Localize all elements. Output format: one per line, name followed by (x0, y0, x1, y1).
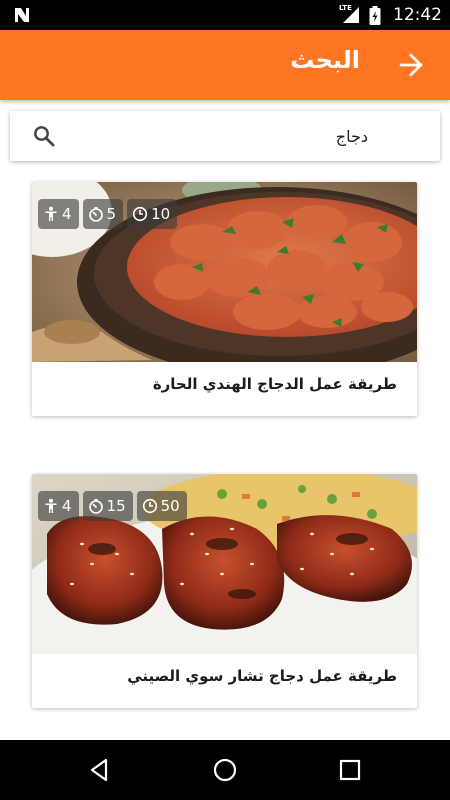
servings-badge: 4 (38, 199, 79, 229)
cook-time-badge: 50 (136, 491, 187, 521)
recipe-card[interactable]: 4 5 10 طريقة عمل الدجاج الهندي الحارة (32, 182, 417, 416)
nav-back-icon[interactable] (86, 756, 114, 784)
recipe-stats: 4 15 50 (38, 491, 187, 521)
app-bar: البحث (0, 30, 450, 100)
search-input[interactable] (70, 121, 368, 151)
arrow-back-icon[interactable] (398, 52, 424, 78)
search-bar (10, 111, 440, 161)
system-nav-bar (0, 740, 450, 800)
clock: 12:42 (393, 5, 442, 25)
recipe-title: طريقة عمل الدجاج الهندي الحارة (152, 375, 397, 393)
prep-time-badge: 15 (82, 491, 133, 521)
recipe-title: طريقة عمل دجاج تشار سوي الصيني (127, 667, 397, 685)
prep-time-badge: 5 (82, 199, 124, 229)
lte-signal-icon: LTE (339, 4, 361, 24)
nav-home-icon[interactable] (211, 756, 239, 784)
clock-icon (142, 498, 157, 514)
person-icon (45, 206, 57, 221)
timer-icon (88, 207, 103, 222)
battery-icon (369, 5, 381, 25)
recipe-stats: 4 5 10 (38, 199, 178, 229)
search-icon[interactable] (32, 124, 56, 148)
recipe-card[interactable]: 4 15 50 طريقة عمل دجاج تشار سوي الصيني (32, 474, 417, 708)
person-icon (45, 498, 57, 513)
status-bar: LTE 12:42 (0, 0, 450, 30)
cook-time-badge: 10 (127, 199, 178, 229)
page-title: البحث (290, 46, 360, 74)
servings-badge: 4 (38, 491, 79, 521)
timer-icon (88, 499, 103, 514)
notification-n-icon (15, 8, 29, 22)
nav-recents-icon[interactable] (336, 756, 364, 784)
clock-icon (132, 206, 148, 222)
